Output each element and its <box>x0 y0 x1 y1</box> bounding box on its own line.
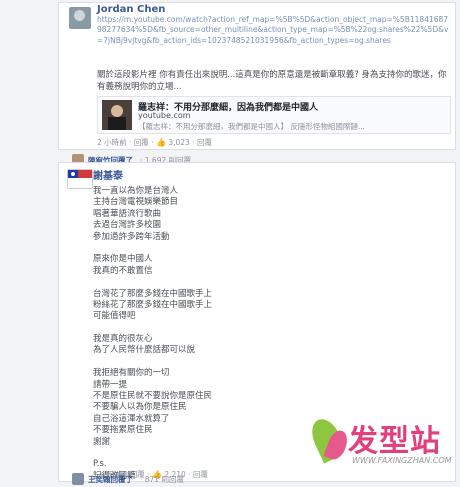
post-line: 我真的不敢置信 <box>93 265 153 276</box>
link-description: 【羅志祥：不用分那麼細，我們都是中國人】 反隱形怪物組國際鏈... <box>138 122 366 131</box>
post-line: 原來你是中國人 <box>93 254 153 265</box>
avatar <box>72 473 84 485</box>
link-domain: youtube.com <box>138 111 191 120</box>
reply-link[interactable]: 回覆 <box>134 138 149 147</box>
post-line: 不是原住民就不要說你是原住民 <box>93 391 213 402</box>
link-preview[interactable]: 羅志祥：不用分那麼細，因為我們都是中國人 youtube.com 【羅志祥：不用… <box>97 96 451 134</box>
post-line: 我一直以為你是台灣人 <box>93 186 179 196</box>
thumbs-up-icon: 👍 <box>155 138 166 147</box>
post-line: 主持台灣電視娛樂節目 <box>93 197 179 208</box>
post-line: 粉絲花了那麼多錢在中國歌手上 <box>93 299 213 310</box>
post-line: 我是真的很灰心 <box>93 334 153 345</box>
post-line: 我拒絕有關你的一切 <box>93 368 170 379</box>
post-meta: 2 小時前 · 回覆 · 👍 3,023 · 回覆 <box>97 138 212 147</box>
video-thumbnail[interactable] <box>102 100 132 130</box>
replies-summary[interactable]: 王奕翰回覆了 · 871 則回覆 <box>72 473 312 485</box>
post-card-jordan: Jordan Chen https://m.youtube.com/watch?… <box>58 2 456 150</box>
reply-link-2[interactable]: 回覆 <box>197 138 212 147</box>
post-url-link[interactable]: https://m.youtube.com/watch?action_ref_m… <box>97 15 449 46</box>
post-line: 請帶一提 <box>93 379 128 390</box>
flag-avatar[interactable] <box>67 169 93 189</box>
post-line <box>93 243 343 254</box>
post-author[interactable]: Jordan Chen <box>97 4 165 15</box>
reply-author[interactable]: 王奕翰回覆了 <box>88 474 133 485</box>
avatar[interactable] <box>69 7 91 29</box>
post-line <box>93 277 343 288</box>
post-text: 關於這段影片裡 你有責任出來說明...這真是你的原意還是被斷章取義? 身為支持你… <box>97 70 447 92</box>
watermark-title: 发型站 <box>348 424 441 459</box>
post-author[interactable]: 謝基泰 <box>93 167 123 182</box>
post-line: 可能值得吧 <box>93 311 136 322</box>
post-time[interactable]: 2 小時前 <box>97 138 127 147</box>
site-watermark: 发型站 WWW.FAXINGZHAN.COM <box>304 410 456 482</box>
post-line: 參加過許多跨年活動 <box>93 231 170 242</box>
post-line <box>93 357 343 368</box>
post-line: 唱著華語流行歌曲 <box>93 208 162 219</box>
like-count[interactable]: 3,023 <box>168 138 189 147</box>
post-line: 去過台灣許多校園 <box>93 220 162 231</box>
post-line: 台灣花了那麼多錢在中國歌手上 <box>93 288 213 299</box>
watermark-url: WWW.FAXINGZHAN.COM <box>352 456 452 465</box>
reply-count[interactable]: · 871 則回覆 <box>140 474 184 485</box>
post-line: 為了人民幣什麼話都可以說 <box>93 345 196 356</box>
post-line <box>93 323 343 334</box>
